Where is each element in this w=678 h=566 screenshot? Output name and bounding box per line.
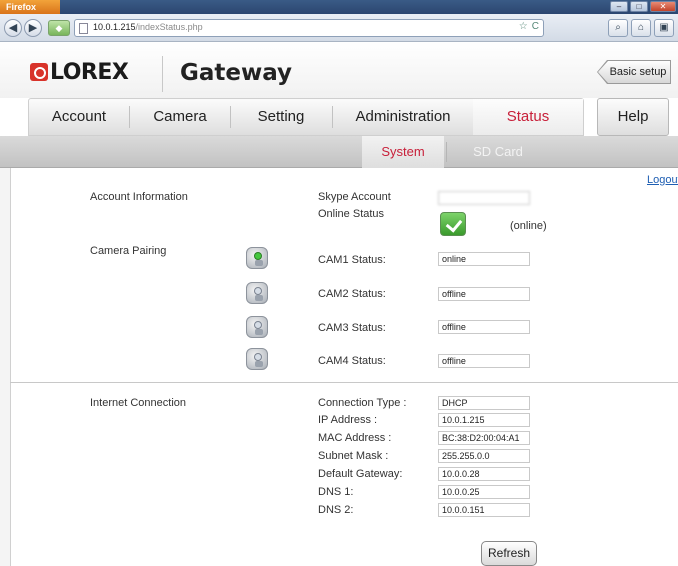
tab-status[interactable]: Status — [473, 99, 583, 135]
url-host: 10.0.1.215 — [93, 22, 136, 32]
left-edge — [0, 168, 10, 566]
url-bar[interactable]: 10.0.1.215/indexStatus.php ☆ C — [74, 19, 544, 37]
online-status-text: (online) — [510, 220, 547, 232]
refresh-button[interactable]: Refresh — [481, 541, 537, 566]
bookmark-star-icon[interactable]: ☆ — [519, 21, 528, 32]
search-go-icon[interactable]: ⌕ — [608, 19, 628, 37]
ip-address-label: IP Address : — [318, 414, 378, 426]
camera-pair-icon[interactable] — [246, 348, 268, 370]
basic-setup-label: Basic setup — [598, 61, 670, 83]
page: Firefox – □ ✕ ◀ ▶ ◆ 10.0.1.215/indexStat… — [0, 0, 678, 566]
cam1-status-field: online — [438, 252, 530, 266]
logo-text: LOREX — [50, 59, 129, 85]
subtab-separator — [446, 142, 447, 162]
url-path: /indexStatus.php — [135, 22, 203, 32]
basic-setup-button[interactable]: Basic setup — [597, 60, 671, 84]
dns1-field: 10.0.0.25 — [438, 485, 530, 499]
ip-address-field: 10.0.1.215 — [438, 413, 530, 427]
url-actions: ☆ C — [519, 21, 539, 32]
cam3-status-label: CAM3 Status: — [318, 322, 386, 334]
url-text: 10.0.1.215/indexStatus.php — [93, 22, 203, 32]
window-controls: – □ ✕ — [610, 1, 676, 13]
camera-pair-icon[interactable] — [246, 316, 268, 338]
cam2-status-field: offline — [438, 287, 530, 301]
online-check-icon — [440, 212, 466, 236]
lorex-logo-icon — [30, 63, 48, 81]
page-icon — [79, 23, 88, 34]
account-info-heading: Account Information — [90, 191, 188, 203]
subnet-mask-field: 255.255.0.0 — [438, 449, 530, 463]
cam4-status-field: offline — [438, 354, 530, 368]
tab-setting[interactable]: Setting — [231, 99, 331, 135]
site-identity-icon[interactable]: ◆ — [48, 20, 70, 36]
main-nav: Account Camera Setting Administration St… — [28, 98, 584, 136]
firefox-menu-button[interactable]: Firefox — [0, 0, 60, 14]
logout-link[interactable]: Logout — [647, 174, 678, 186]
subtab-system[interactable]: System — [362, 136, 444, 168]
home-icon[interactable]: ⌂ — [631, 19, 651, 37]
lorex-logo: LOREX — [30, 59, 129, 85]
mac-address-field: BC:38:D2:00:04:A1 — [438, 431, 530, 445]
browser-navbar: ◀ ▶ ◆ 10.0.1.215/indexStatus.php ☆ C ⌕ ⌂… — [0, 14, 678, 42]
forward-arrow-icon[interactable]: ▶ — [24, 19, 42, 37]
minimize-button[interactable]: – — [610, 1, 628, 12]
reload-icon[interactable]: C — [532, 21, 539, 32]
maximize-button[interactable]: □ — [630, 1, 648, 12]
section-divider — [10, 382, 678, 383]
sub-nav: System SD Card — [0, 136, 678, 168]
addon-icon[interactable]: ▣ — [654, 19, 674, 37]
back-arrow-icon[interactable]: ◀ — [4, 19, 22, 37]
dns2-label: DNS 2: — [318, 504, 354, 516]
nav-arrows: ◀ ▶ — [4, 19, 42, 37]
subtab-sd-card[interactable]: SD Card — [452, 136, 544, 168]
camera-pair-icon[interactable] — [246, 247, 268, 269]
dns1-label: DNS 1: — [318, 486, 354, 498]
tab-administration[interactable]: Administration — [333, 99, 473, 135]
skype-account-field — [438, 191, 530, 205]
cam2-status-label: CAM2 Status: — [318, 288, 386, 300]
tab-camera[interactable]: Camera — [130, 99, 230, 135]
default-gateway-field: 10.0.0.28 — [438, 467, 530, 481]
internet-connection-heading: Internet Connection — [90, 397, 187, 409]
online-status-label: Online Status — [318, 208, 385, 220]
cam1-status-label: CAM1 Status: — [318, 254, 386, 266]
help-button[interactable]: Help — [597, 98, 669, 136]
mac-address-label: MAC Address : — [318, 432, 392, 444]
dns2-field: 10.0.0.151 — [438, 503, 530, 517]
cam4-status-label: CAM4 Status: — [318, 355, 386, 367]
tab-account[interactable]: Account — [29, 99, 129, 135]
browser-titlebar: Firefox – □ ✕ — [0, 0, 678, 14]
browser-right-buttons: ⌕ ⌂ ▣ — [608, 19, 674, 37]
default-gateway-label: Default Gateway: — [318, 468, 403, 480]
skype-account-label: Skype Account — [318, 191, 391, 203]
connection-type-field: DHCP — [438, 396, 530, 410]
connection-type-label: Connection Type : — [318, 397, 407, 409]
close-window-button[interactable]: ✕ — [650, 1, 676, 12]
camera-pairing-heading: Camera Pairing — [90, 245, 167, 257]
subnet-mask-label: Subnet Mask : — [318, 450, 389, 462]
page-title: Gateway — [180, 60, 293, 86]
cam3-status-field: offline — [438, 320, 530, 334]
page-header: LOREX Gateway — [0, 42, 678, 98]
header-divider — [162, 56, 163, 92]
camera-pair-icon[interactable] — [246, 282, 268, 304]
